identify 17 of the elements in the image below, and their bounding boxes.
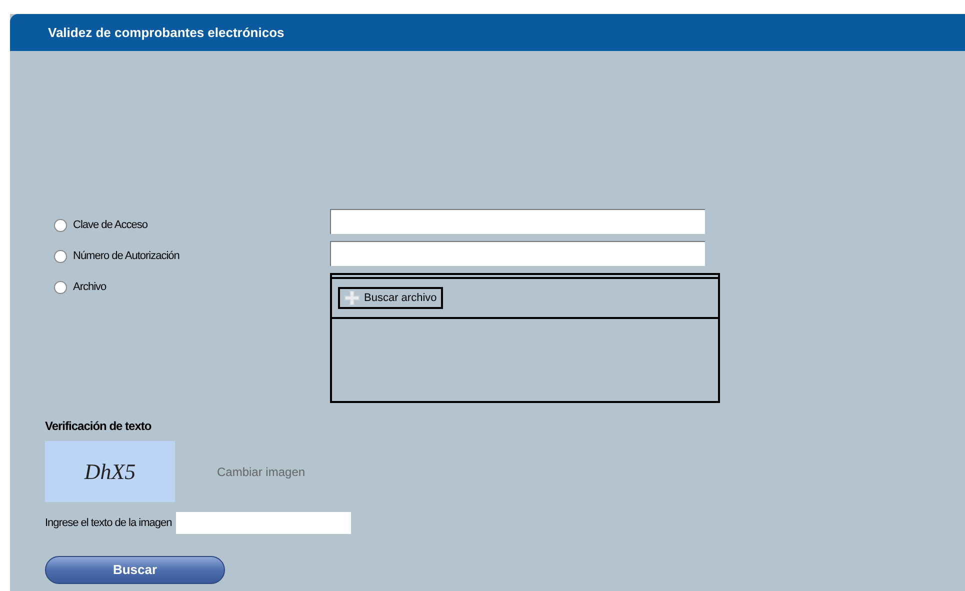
input-field[interactable]	[330, 209, 705, 234]
section-title: Verificación de texto	[45, 418, 152, 435]
radio-button[interactable]	[54, 218, 67, 232]
page-title: Validez de comprobantes electrónicos	[48, 24, 284, 42]
radio-button[interactable]	[54, 250, 67, 263]
plus-icon	[344, 290, 360, 306]
captcha-input-field[interactable]	[176, 512, 351, 534]
captcha-text: DhX5	[84, 458, 136, 486]
option-label: Archivo	[73, 280, 106, 296]
search-button[interactable]: Buscar	[45, 556, 225, 584]
option-label: Clave de Acceso	[73, 218, 148, 233]
browse-file-button[interactable]: Buscar archivo	[338, 287, 443, 309]
radio-button[interactable]	[54, 281, 67, 294]
input-field[interactable]	[330, 241, 705, 266]
option-label: Número de Autorización	[73, 249, 180, 264]
input-label: Ingrese el texto de la imagen	[45, 516, 172, 531]
change-image-link[interactable]: Cambiar imagen	[217, 462, 306, 480]
